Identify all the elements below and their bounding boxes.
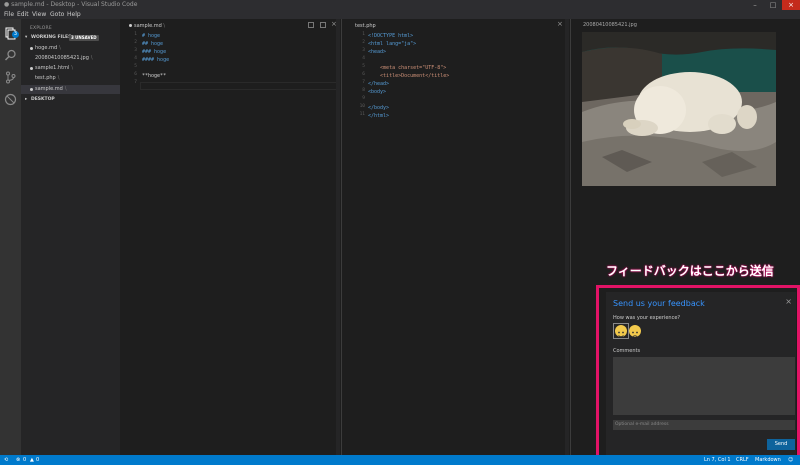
- menu-bar: File Edit View Goto Help: [0, 10, 800, 19]
- line-number: 3: [362, 48, 365, 53]
- code-line: <!DOCTYPE html>: [368, 33, 414, 39]
- explorer-header: EXPLORE: [30, 26, 52, 31]
- maximize-button[interactable]: □: [764, 0, 782, 10]
- editor2-scrollbar[interactable]: [565, 19, 569, 455]
- error-count[interactable]: 0: [23, 455, 26, 465]
- close-icon[interactable]: ×: [785, 297, 792, 306]
- error-icon[interactable]: ⊗: [16, 455, 20, 465]
- search-icon[interactable]: [4, 47, 17, 61]
- warning-icon[interactable]: ▲: [30, 455, 34, 465]
- line-number: 6: [362, 72, 365, 77]
- status-bar: ⟲ ⊗ 0 ▲ 0 Ln 7, Col 1 CRLF Markdown ☺: [0, 455, 800, 465]
- code-line: # hoge: [142, 33, 161, 39]
- current-line-highlight: [140, 82, 338, 90]
- line-number: 6: [134, 72, 137, 77]
- tab-image[interactable]: 20080410085421.jpg: [583, 22, 637, 28]
- editor-separator: [341, 19, 342, 455]
- git-sync-icon[interactable]: ⟲: [4, 455, 8, 465]
- line-number: 10: [359, 104, 365, 109]
- line-number: 4: [134, 56, 137, 61]
- comments-label: Comments: [613, 348, 641, 354]
- git-icon[interactable]: [4, 69, 17, 84]
- polar-bear-image: [582, 32, 776, 186]
- line-number: 4: [362, 56, 365, 61]
- email-field[interactable]: Optional e-mail address: [613, 420, 795, 430]
- line-number: 9: [362, 96, 365, 101]
- line-number: 1: [362, 32, 365, 37]
- line-number: 7: [134, 80, 137, 85]
- menu-view[interactable]: View: [32, 10, 46, 19]
- file-item-jpg[interactable]: 20080410085421.jpg \: [21, 54, 120, 63]
- code-line: <head>: [368, 49, 387, 55]
- tab-sample-md[interactable]: sample.md \: [129, 21, 165, 31]
- explorer-icon[interactable]: 3: [4, 25, 19, 40]
- file-item-hoge-md[interactable]: hoge.md \: [21, 44, 120, 53]
- happy-face-icon[interactable]: [615, 325, 627, 338]
- collapse-arrow-icon: ▸: [25, 97, 28, 102]
- code-line: <title>Document</title>: [368, 73, 450, 79]
- code-line: **hoge**: [142, 73, 167, 79]
- feedback-panel: Send us your feedback × How was your exp…: [606, 292, 796, 455]
- warning-count[interactable]: 0: [36, 455, 39, 465]
- close-editor-icon[interactable]: ×: [557, 20, 563, 28]
- file-item-sample-md[interactable]: sample.md \: [21, 85, 120, 94]
- code-line: </head>: [368, 81, 390, 87]
- feedback-smiley-icon[interactable]: ☺: [788, 455, 793, 465]
- minimize-button[interactable]: –: [746, 0, 764, 10]
- code-line: <body>: [368, 89, 387, 95]
- line-ending[interactable]: CRLF: [736, 455, 749, 465]
- close-window-button[interactable]: ×: [782, 0, 800, 10]
- explorer-sidebar: EXPLORE ▾ WORKING FILES 3 UNSAVED hoge.m…: [21, 19, 120, 455]
- line-number: 2: [134, 40, 137, 45]
- annotation-text: フィードバックはここから送信: [606, 264, 774, 278]
- explorer-badge: 3: [12, 31, 19, 38]
- language-mode[interactable]: Markdown: [755, 455, 781, 465]
- code-line: <html lang="ja">: [368, 41, 417, 47]
- send-button[interactable]: Send: [767, 439, 795, 450]
- unsaved-dot-icon: [129, 24, 132, 27]
- code-line: ### hoge: [142, 49, 167, 55]
- tab-test-php[interactable]: test.php: [355, 21, 376, 31]
- code-line: #### hoge: [142, 57, 170, 63]
- line-number: 5: [362, 64, 365, 69]
- code-line: </html>: [368, 113, 390, 119]
- unsaved-dot-icon: [30, 88, 33, 91]
- desktop-section[interactable]: ▸ DESKTOP: [21, 95, 120, 105]
- comments-textarea[interactable]: [613, 357, 795, 415]
- cursor-position[interactable]: Ln 7, Col 1: [704, 455, 731, 465]
- line-number: 2: [362, 40, 365, 45]
- activity-bar: 3: [0, 19, 21, 455]
- feedback-title: Send us your feedback: [613, 299, 705, 308]
- unsaved-dot-icon: [30, 67, 33, 70]
- editor-separator: [570, 19, 571, 455]
- working-files-section[interactable]: ▾ WORKING FILES 3 UNSAVED: [21, 33, 120, 43]
- editor1-scrollbar[interactable]: [336, 19, 340, 455]
- menu-goto[interactable]: Goto: [50, 10, 64, 19]
- experience-question: How was your experience?: [613, 315, 681, 321]
- window-title: ● sample.md - Desktop - Visual Studio Co…: [4, 1, 138, 8]
- unsaved-badge: 3 UNSAVED: [69, 35, 99, 41]
- title-bar: ● sample.md - Desktop - Visual Studio Co…: [0, 0, 800, 10]
- line-number: 1: [134, 32, 137, 37]
- line-number: 11: [359, 112, 365, 117]
- menu-help[interactable]: Help: [67, 10, 81, 19]
- open-preview-icon[interactable]: [308, 22, 314, 28]
- sad-face-icon[interactable]: [629, 325, 641, 338]
- menu-file[interactable]: File: [4, 10, 14, 19]
- file-item-sample1-html[interactable]: sample1.html \: [21, 64, 120, 73]
- line-number: 8: [362, 88, 365, 93]
- code-line: </body>: [368, 105, 390, 111]
- debug-icon[interactable]: [4, 91, 17, 106]
- code-line: <meta charset="UTF-8">: [368, 65, 447, 71]
- line-number: 3: [134, 48, 137, 53]
- file-item-test-php[interactable]: test.php \: [21, 74, 120, 83]
- menu-edit[interactable]: Edit: [17, 10, 29, 19]
- unsaved-dot-icon: [30, 47, 33, 50]
- expand-arrow-icon: ▾: [25, 35, 28, 40]
- code-line: ## hoge: [142, 41, 164, 47]
- split-editor-icon[interactable]: [320, 22, 326, 28]
- line-number: 5: [134, 64, 137, 69]
- line-number: 7: [362, 80, 365, 85]
